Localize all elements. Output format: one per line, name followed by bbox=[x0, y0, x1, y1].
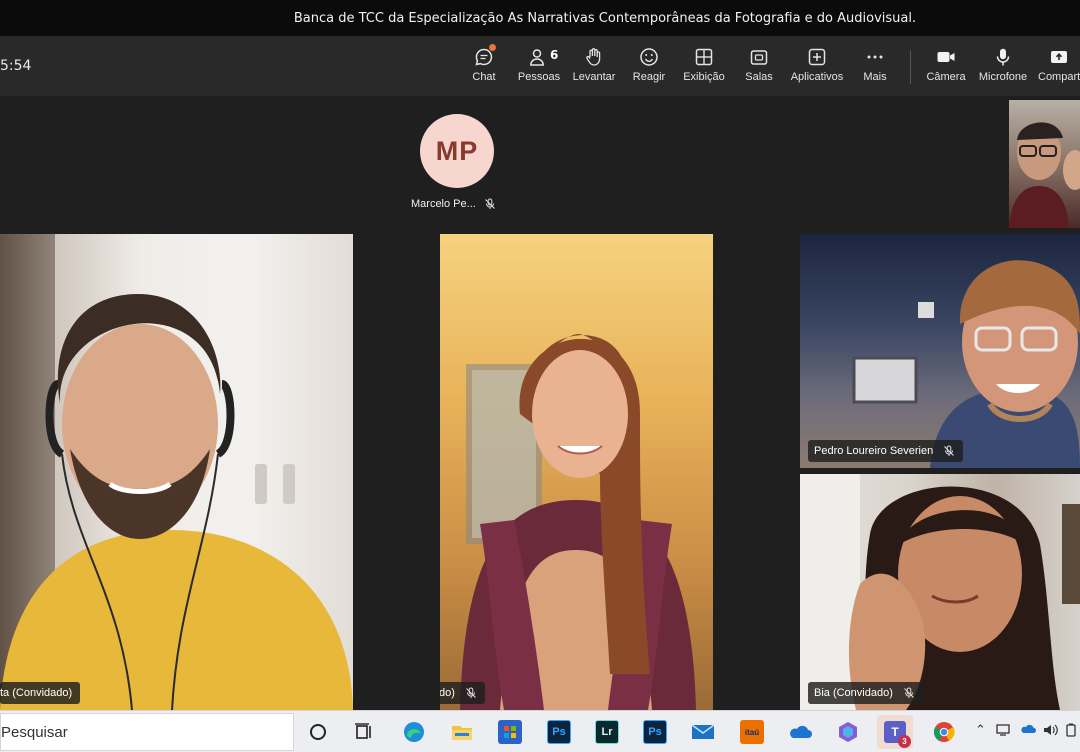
raise-hand-button[interactable]: Levantar bbox=[564, 46, 624, 92]
camera-button-label: Câmera bbox=[926, 71, 966, 83]
taskbar-search-box[interactable]: Pesquisar bbox=[0, 713, 294, 751]
copilot-icon[interactable] bbox=[836, 720, 860, 744]
video-tile[interactable]: Bia (Convidado) bbox=[800, 474, 1080, 710]
raise-hand-button-label: Levantar bbox=[572, 71, 616, 83]
photoshop-icon[interactable]: Ps bbox=[547, 720, 571, 744]
microphone-icon bbox=[992, 46, 1014, 68]
people-count: 6 bbox=[550, 48, 559, 62]
ellipsis-icon bbox=[864, 46, 886, 68]
participant-video bbox=[0, 234, 353, 710]
share-icon bbox=[1048, 46, 1070, 68]
participant-label: Bia (Convidado) bbox=[808, 682, 923, 704]
lightroom-icon[interactable]: Lr bbox=[595, 720, 619, 744]
tray-network-icon[interactable] bbox=[996, 723, 1012, 741]
share-button-label: Compart bbox=[1038, 71, 1080, 83]
participant-name: Pedro Loureiro Severien bbox=[814, 445, 934, 457]
people-button[interactable]: 6 Pessoas bbox=[509, 46, 569, 92]
itau-icon[interactable]: itaú bbox=[740, 720, 764, 744]
photoshop-icon[interactable]: Ps bbox=[643, 720, 667, 744]
chrome-icon[interactable] bbox=[932, 720, 956, 744]
teams-notification-badge: 3 bbox=[898, 735, 911, 748]
rooms-button[interactable]: Salas bbox=[729, 46, 789, 92]
windows-taskbar: Pesquisar Ps Lr Ps itaú T 3 ⌃ bbox=[0, 710, 1080, 752]
teams-icon-letter: T bbox=[891, 725, 899, 739]
hand-icon bbox=[583, 46, 605, 68]
apps-button-label: Aplicativos bbox=[790, 71, 844, 83]
tray-onedrive-icon[interactable] bbox=[1020, 723, 1036, 739]
participant-name: ta (Convidado) bbox=[0, 687, 73, 699]
file-explorer-icon[interactable] bbox=[450, 720, 474, 744]
more-button-label: Mais bbox=[863, 71, 887, 83]
participant-video bbox=[852, 260, 1080, 468]
participant-video bbox=[800, 474, 1080, 710]
task-view-icon[interactable] bbox=[352, 720, 376, 744]
search-placeholder: Pesquisar bbox=[1, 723, 68, 741]
teams-taskbar-button[interactable]: T 3 bbox=[877, 715, 913, 749]
mic-off-icon bbox=[484, 198, 496, 210]
camera-icon bbox=[935, 46, 957, 68]
chat-unread-dot bbox=[489, 44, 496, 51]
participant-label: Alícia (Convidado) bbox=[440, 682, 485, 704]
cortana-circle-icon[interactable] bbox=[306, 720, 330, 744]
meeting-toolbar: 5:54 Chat 6 Pessoas Levantar Reagir Exib… bbox=[0, 36, 1080, 96]
window-title: Banca de TCC da Especialização As Narrat… bbox=[293, 10, 917, 26]
mail-icon[interactable] bbox=[691, 720, 715, 744]
apps-button[interactable]: Aplicativos bbox=[787, 46, 847, 92]
participant-name: Alícia (Convidado) bbox=[440, 687, 455, 699]
mic-off-icon bbox=[903, 687, 915, 699]
chat-button-label: Chat bbox=[472, 71, 496, 83]
meeting-timer: 5:54 bbox=[0, 58, 32, 74]
toolbar-separator bbox=[910, 50, 911, 84]
people-icon: 6 bbox=[528, 46, 558, 68]
participant-label: ta (Convidado) bbox=[0, 682, 81, 704]
video-tile[interactable]: ta (Convidado) bbox=[0, 234, 353, 710]
window-title-bar: Banca de TCC da Especialização As Narrat… bbox=[0, 0, 1080, 36]
edge-icon[interactable] bbox=[402, 720, 426, 744]
smiley-icon bbox=[638, 46, 660, 68]
view-button-label: Exibição bbox=[683, 71, 725, 83]
avatar-participant-name-row: Marcelo Pe... bbox=[411, 198, 496, 210]
avatar-participant[interactable]: MP Marcelo Pe... bbox=[408, 114, 578, 214]
react-button-label: Reagir bbox=[632, 71, 666, 83]
tray-chevron-up-icon[interactable]: ⌃ bbox=[975, 723, 986, 738]
share-button[interactable]: Compart bbox=[1036, 46, 1080, 92]
grid-icon bbox=[693, 46, 715, 68]
camera-button[interactable]: Câmera bbox=[916, 46, 976, 92]
microphone-button[interactable]: Microfone bbox=[973, 46, 1033, 92]
participant-name: Bia (Convidado) bbox=[814, 687, 893, 699]
microsoft-store-icon[interactable] bbox=[498, 720, 522, 744]
microphone-button-label: Microfone bbox=[978, 71, 1028, 83]
react-button[interactable]: Reagir bbox=[619, 46, 679, 92]
plus-square-icon bbox=[806, 46, 828, 68]
participant-video bbox=[460, 334, 696, 710]
mic-off-icon bbox=[465, 687, 477, 699]
video-tile[interactable]: Pedro Loureiro Severien bbox=[800, 234, 1080, 468]
onedrive-icon[interactable] bbox=[788, 720, 812, 744]
chat-icon bbox=[473, 44, 496, 68]
rooms-button-label: Salas bbox=[745, 71, 773, 83]
tray-battery-icon[interactable] bbox=[1064, 723, 1078, 741]
people-button-label: Pessoas bbox=[517, 71, 561, 83]
tray-volume-icon[interactable] bbox=[1043, 723, 1059, 741]
rooms-icon bbox=[748, 46, 770, 68]
avatar: MP bbox=[420, 114, 494, 188]
self-view-video[interactable] bbox=[1009, 100, 1080, 228]
view-button[interactable]: Exibição bbox=[674, 46, 734, 92]
participant-name: Marcelo Pe... bbox=[411, 198, 476, 210]
more-button[interactable]: Mais bbox=[845, 46, 905, 92]
chat-button[interactable]: Chat bbox=[454, 44, 514, 92]
participant-label: Pedro Loureiro Severien bbox=[808, 440, 964, 462]
mic-off-icon bbox=[943, 445, 955, 457]
teams-icon: T 3 bbox=[884, 721, 911, 748]
self-view-figure bbox=[1009, 122, 1080, 228]
meeting-stage: MP Marcelo Pe... ta (Convidado) do) Pedr… bbox=[0, 96, 1080, 710]
video-tile[interactable]: Alícia (Convidado) bbox=[440, 234, 713, 710]
